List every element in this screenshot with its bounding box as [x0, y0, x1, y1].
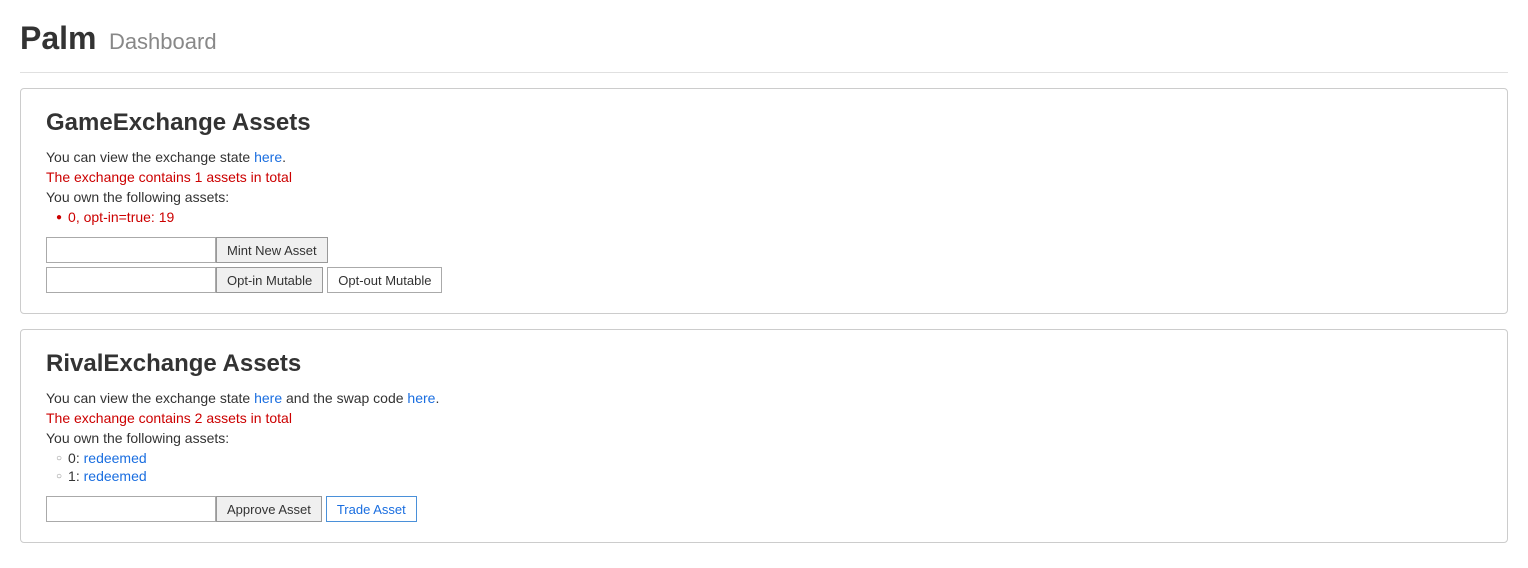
mint-new-asset-button[interactable]: Mint New Asset	[216, 237, 328, 263]
rival-exchange-owned-label: You own the following assets:	[46, 430, 1482, 446]
optin-input[interactable]	[46, 267, 216, 293]
mint-control-line: Mint New Asset	[46, 237, 1482, 263]
page-title-dashboard: Dashboard	[109, 29, 217, 54]
rival-exchange-total: The exchange contains 2 assets in total	[46, 410, 1482, 426]
bullet-icon: ●	[56, 212, 62, 223]
list-item: ○ 1: redeemed	[56, 468, 1482, 484]
game-exchange-total: The exchange contains 1 assets in total	[46, 169, 1482, 185]
optin-control-line: Opt-in Mutable Opt-out Mutable	[46, 267, 1482, 293]
page-title-palm: Palm	[20, 20, 96, 56]
rival-exchange-state-link[interactable]: here	[254, 390, 282, 406]
asset-item-label: 1: redeemed	[68, 468, 147, 484]
rival-exchange-title: RivalExchange Assets	[46, 350, 1482, 378]
list-item: ● 0, opt-in=true: 19	[56, 209, 1482, 225]
trade-asset-button[interactable]: Trade Asset	[326, 496, 417, 522]
asset-0-redeemed-link[interactable]: redeemed	[84, 450, 147, 466]
game-exchange-controls: Mint New Asset Opt-in Mutable Opt-out Mu…	[46, 237, 1482, 293]
bullet-icon: ○	[56, 453, 62, 464]
approve-input[interactable]	[46, 496, 216, 522]
approve-control-line: Approve Asset Trade Asset	[46, 496, 1482, 522]
rival-exchange-assets-list: ○ 0: redeemed ○ 1: redeemed	[46, 450, 1482, 484]
rival-exchange-swap-link[interactable]: here	[407, 390, 435, 406]
rival-exchange-section: RivalExchange Assets You can view the ex…	[20, 329, 1508, 543]
game-exchange-assets-list: ● 0, opt-in=true: 19	[46, 209, 1482, 225]
mint-input[interactable]	[46, 237, 216, 263]
rival-exchange-view-state-text: You can view the exchange state here and…	[46, 390, 1482, 406]
page-header: Palm Dashboard	[20, 10, 1508, 73]
game-exchange-owned-label: You own the following assets:	[46, 189, 1482, 205]
list-item: ○ 0: redeemed	[56, 450, 1482, 466]
approve-asset-button[interactable]: Approve Asset	[216, 496, 322, 522]
game-exchange-state-link[interactable]: here	[254, 149, 282, 165]
optin-mutable-button[interactable]: Opt-in Mutable	[216, 267, 323, 293]
asset-1-redeemed-link[interactable]: redeemed	[84, 468, 147, 484]
game-exchange-view-state-text: You can view the exchange state here.	[46, 149, 1482, 165]
bullet-icon: ○	[56, 471, 62, 482]
asset-item-label: 0: redeemed	[68, 450, 147, 466]
asset-item-label: 0, opt-in=true: 19	[68, 209, 174, 225]
optout-mutable-button[interactable]: Opt-out Mutable	[327, 267, 442, 293]
game-exchange-title: GameExchange Assets	[46, 109, 1482, 137]
game-exchange-section: GameExchange Assets You can view the exc…	[20, 88, 1508, 314]
